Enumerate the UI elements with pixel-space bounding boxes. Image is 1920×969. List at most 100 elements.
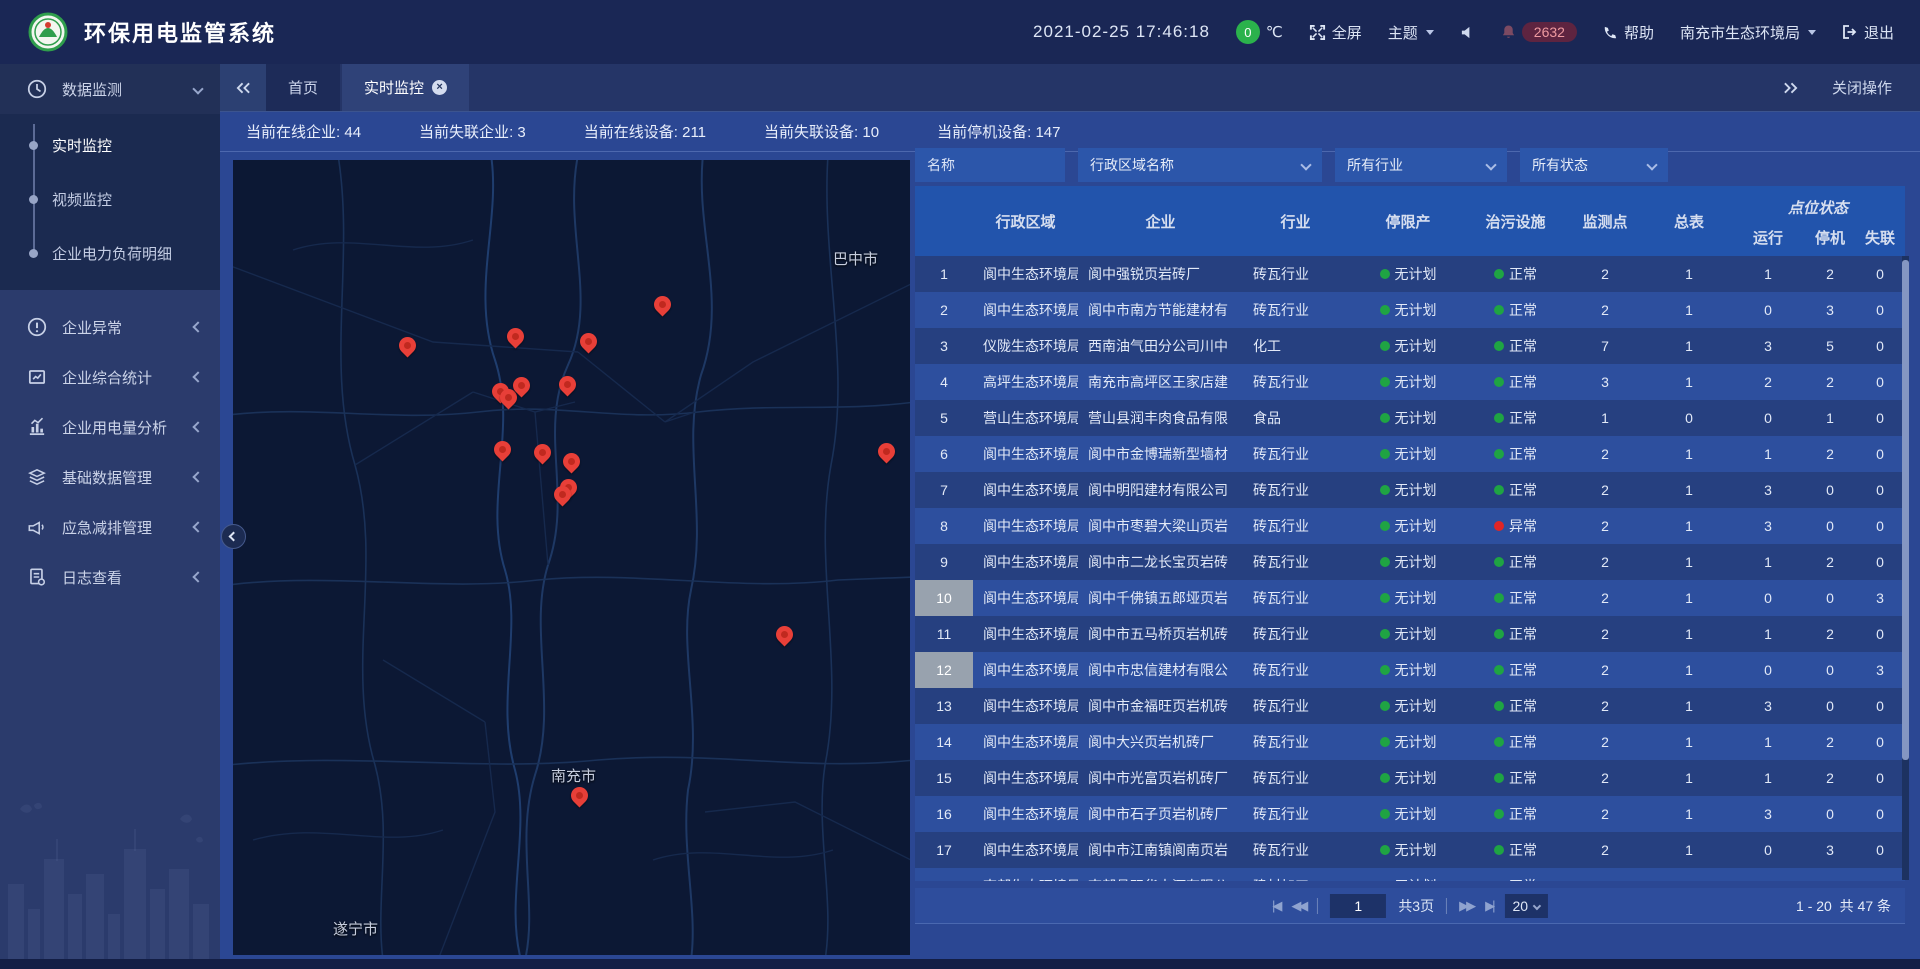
table-row[interactable]: 18 南部生态环境局 南部县双华土河有限公 建材加工 无计划 正常 2 1 0 … (915, 868, 1905, 881)
logout-button[interactable]: 退出 (1842, 22, 1894, 43)
map-panel[interactable]: 巴中市 南充市 遂宁市 (233, 160, 910, 955)
status-dot-green (1380, 413, 1390, 423)
sidebar-subitem[interactable]: 实时监控 (0, 118, 220, 172)
status-dot (1494, 773, 1504, 783)
cell-region: 仪陇生态环境局 (973, 328, 1078, 364)
sidebar-item-data-monitoring[interactable]: 数据监测 (0, 64, 220, 114)
table-row[interactable]: 14 阆中生态环境局 阆中大兴页岩机砖厂 砖瓦行业 无计划 正常 2 1 1 2… (915, 724, 1905, 760)
table-row[interactable]: 6 阆中生态环境局 阆中市金博瑞新型墙材 砖瓦行业 无计划 正常 2 1 1 2… (915, 436, 1905, 472)
cell-run: 0 (1731, 868, 1805, 881)
table-row[interactable]: 15 阆中生态环境局 阆中市光富页岩机砖厂 砖瓦行业 无计划 正常 2 1 1 … (915, 760, 1905, 796)
industry-select[interactable]: 所有行业 (1335, 148, 1507, 182)
double-chevron-right-icon[interactable] (1783, 81, 1798, 95)
scrollbar-thumb[interactable] (1902, 260, 1909, 760)
table-row[interactable]: 13 阆中生态环境局 阆中市金福旺页岩机砖 砖瓦行业 无计划 正常 2 1 3 … (915, 688, 1905, 724)
tab-home[interactable]: 首页 (266, 64, 340, 111)
cell-facility: 正常 (1468, 652, 1563, 688)
table-row[interactable]: 12 阆中生态环境局 阆中市忠信建材有限公 砖瓦行业 无计划 正常 2 1 0 … (915, 652, 1905, 688)
phone-icon (1603, 25, 1618, 40)
cell-facility: 正常 (1468, 580, 1563, 616)
help-button[interactable]: 帮助 (1603, 22, 1654, 43)
cell-limit: 无计划 (1348, 364, 1468, 400)
cell-points: 2 (1563, 580, 1647, 616)
last-page-button[interactable]: ▶| (1485, 898, 1492, 914)
cell-lost: 0 (1855, 256, 1905, 292)
tabs-scroll-left-button[interactable] (220, 64, 266, 111)
sidebar-item-enterprise-abnormal[interactable]: 企业异常 (0, 302, 220, 352)
org-menu[interactable]: 南充市生态环境局 (1680, 22, 1816, 43)
table-row[interactable]: 9 阆中生态环境局 阆中市二龙长宝页岩砖 砖瓦行业 无计划 正常 2 1 1 2… (915, 544, 1905, 580)
cell-index: 17 (915, 832, 973, 868)
table-row[interactable]: 8 阆中生态环境局 阆中市枣碧大梁山页岩 砖瓦行业 无计划 异常 2 1 3 0… (915, 508, 1905, 544)
next-page-button[interactable]: ▶▶ (1459, 898, 1473, 914)
region-select[interactable]: 行政区域名称 (1078, 148, 1322, 182)
sidebar-subitem[interactable]: 企业电力负荷明细 (0, 226, 220, 280)
close-operations-menu[interactable]: 关闭操作 (1832, 77, 1892, 98)
cell-points: 2 (1563, 436, 1647, 472)
table-scrollbar[interactable] (1902, 256, 1909, 880)
status-dot (1494, 377, 1504, 387)
prev-page-button[interactable]: ◀◀ (1291, 898, 1305, 914)
table-row[interactable]: 16 阆中生态环境局 阆中市石子页岩机砖厂 砖瓦行业 无计划 正常 2 1 3 … (915, 796, 1905, 832)
header-stop: 停机 (1805, 227, 1855, 248)
table-row[interactable]: 11 阆中生态环境局 阆中市五马桥页岩机砖 砖瓦行业 无计划 正常 2 1 1 … (915, 616, 1905, 652)
table-row[interactable]: 17 阆中生态环境局 阆中市江南镇阆南页岩 砖瓦行业 无计划 正常 2 1 0 … (915, 832, 1905, 868)
cell-region: 阆中生态环境局 (973, 796, 1078, 832)
cell-limit: 无计划 (1348, 328, 1468, 364)
table-row[interactable]: 10 阆中生态环境局 阆中千佛镇五郎垭页岩 砖瓦行业 无计划 正常 2 1 0 … (915, 580, 1905, 616)
status-select[interactable]: 所有状态 (1520, 148, 1668, 182)
notifications[interactable]: 2632 (1501, 22, 1577, 42)
table-row[interactable]: 1 阆中生态环境局 阆中强锐页岩砖厂 砖瓦行业 无计划 正常 2 1 1 2 0 (915, 256, 1905, 292)
first-page-button[interactable]: |◀ (1272, 898, 1279, 914)
cell-points: 2 (1563, 832, 1647, 868)
cell-points: 2 (1563, 472, 1647, 508)
stat-item: 当前在线企业: 44 (246, 121, 361, 142)
cell-meter: 1 (1647, 436, 1731, 472)
sidebar-item-power-analysis[interactable]: 企业用电量分析 (0, 402, 220, 452)
table-row[interactable]: 5 营山生态环境局 营山县润丰肉食品有限 食品 无计划 正常 1 0 0 1 0 (915, 400, 1905, 436)
cell-meter: 1 (1647, 472, 1731, 508)
cell-stop: 0 (1805, 472, 1855, 508)
panel-collapse-button[interactable] (221, 524, 246, 549)
table-row[interactable]: 3 仪陇生态环境局 西南油气田分公司川中 化工 无计划 正常 7 1 3 5 0 (915, 328, 1905, 364)
page-size-select[interactable]: 20 (1504, 894, 1548, 918)
chevron-left-icon (192, 471, 203, 482)
cell-stop: 0 (1805, 508, 1855, 544)
cell-limit: 无计划 (1348, 616, 1468, 652)
bottom-edge (0, 959, 1920, 969)
sidebar-item-emergency-reduction[interactable]: 应急减排管理 (0, 502, 220, 552)
mute-button[interactable] (1460, 25, 1475, 40)
cell-industry: 砖瓦行业 (1243, 292, 1348, 328)
sidebar-subitem[interactable]: 视频监控 (0, 172, 220, 226)
table-header: 行政区域 企业 行业 停限产 治污设施 监测点 总表 点位状态 运行 停机 失联 (915, 186, 1905, 256)
tab-realtime-monitoring[interactable]: 实时监控 × (342, 64, 469, 111)
sidebar-item-enterprise-statistics[interactable]: 企业综合统计 (0, 352, 220, 402)
table-row[interactable]: 4 高坪生态环境局 南充市高坪区王家店建 砖瓦行业 无计划 正常 3 1 2 2… (915, 364, 1905, 400)
cell-index: 1 (915, 256, 973, 292)
table-row[interactable]: 7 阆中生态环境局 阆中明阳建材有限公司 砖瓦行业 无计划 正常 2 1 3 0… (915, 472, 1905, 508)
cell-facility: 正常 (1468, 760, 1563, 796)
tab-close-icon[interactable]: × (432, 80, 447, 95)
fullscreen-button[interactable]: 全屏 (1309, 22, 1362, 43)
cell-company: 阆中市二龙长宝页岩砖 (1078, 544, 1243, 580)
cell-facility: 正常 (1468, 472, 1563, 508)
cell-limit: 无计划 (1348, 256, 1468, 292)
cell-limit: 无计划 (1348, 760, 1468, 796)
cell-points: 2 (1563, 616, 1647, 652)
table-row[interactable]: 2 阆中生态环境局 阆中市南方节能建材有 砖瓦行业 无计划 正常 2 1 0 3… (915, 292, 1905, 328)
cell-industry: 砖瓦行业 (1243, 472, 1348, 508)
page-number-input[interactable] (1330, 894, 1386, 918)
status-dot (1494, 701, 1504, 711)
map-city-label: 遂宁市 (333, 918, 378, 939)
cell-stop: 2 (1805, 544, 1855, 580)
cell-region: 阆中生态环境局 (973, 688, 1078, 724)
cell-region: 阆中生态环境局 (973, 508, 1078, 544)
cell-points: 2 (1563, 544, 1647, 580)
name-search-input[interactable] (915, 148, 1065, 182)
cell-lost: 0 (1855, 544, 1905, 580)
sidebar-item-base-data[interactable]: 基础数据管理 (0, 452, 220, 502)
status-dot (1494, 593, 1504, 603)
sidebar-item-logs[interactable]: 日志查看 (0, 552, 220, 602)
theme-menu[interactable]: 主题 (1388, 22, 1434, 43)
cell-index: 2 (915, 292, 973, 328)
